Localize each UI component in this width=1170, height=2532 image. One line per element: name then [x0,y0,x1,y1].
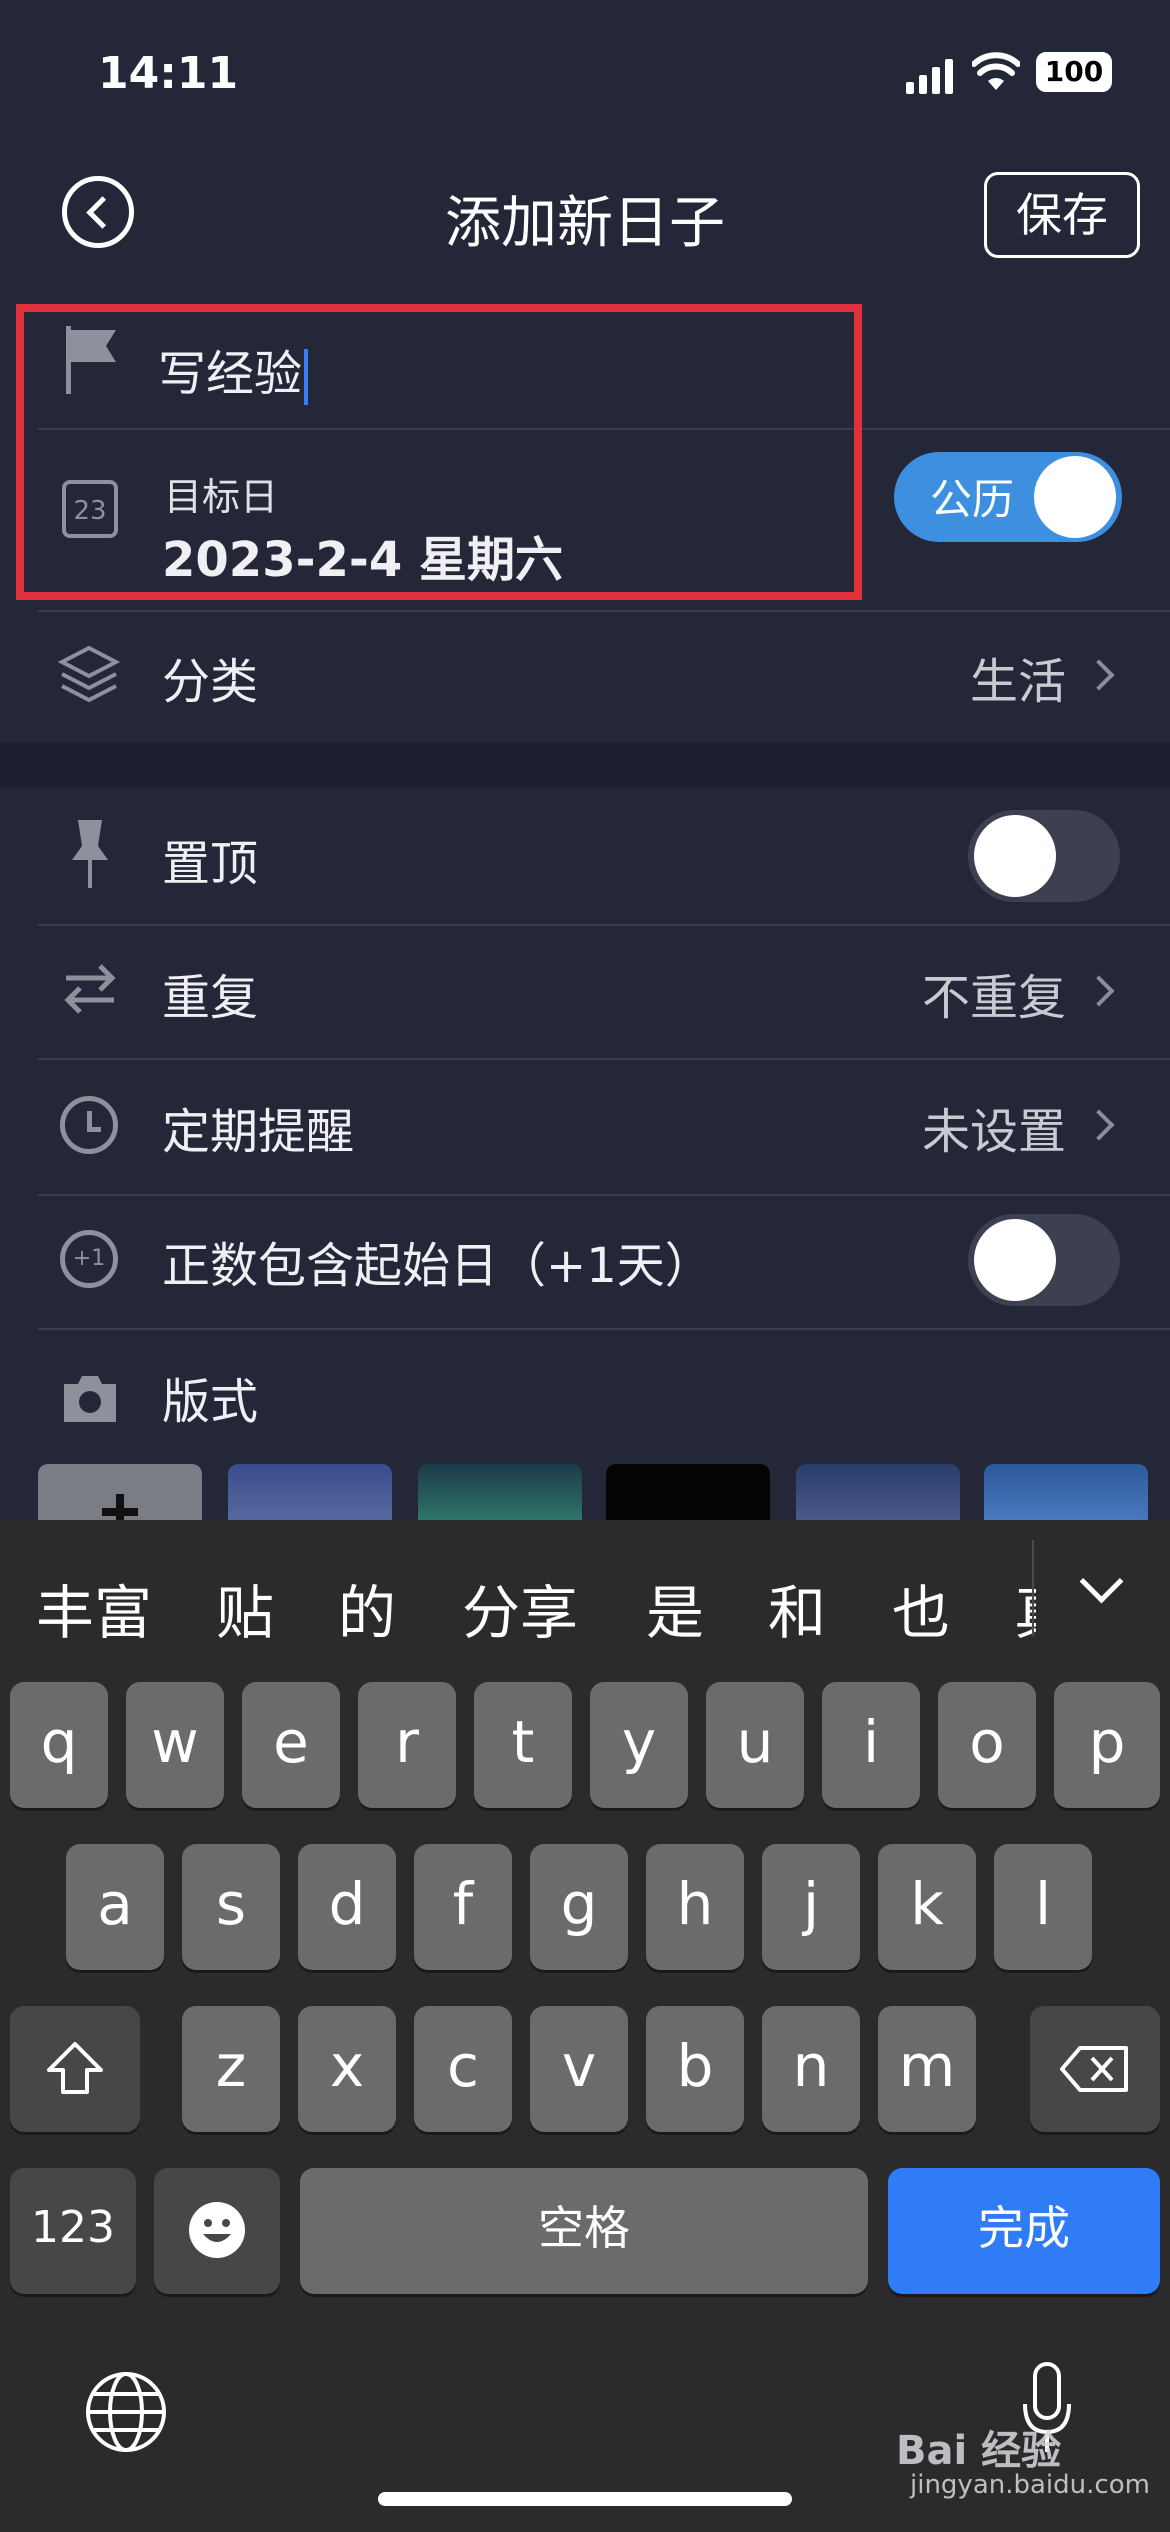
key-q[interactable]: q [10,1682,108,1808]
toggle-knob [1034,456,1116,538]
pin-icon [70,818,110,890]
space-key[interactable]: 空格 [300,2168,868,2294]
shift-key[interactable] [10,2006,140,2132]
reminder-value[interactable]: 未设置 [922,1092,1066,1162]
candidate-word[interactable]: 的 [338,1566,396,1650]
key-c[interactable]: c [414,2006,512,2132]
emoji-key[interactable] [154,2168,280,2294]
chevron-right-icon [1083,659,1115,691]
key-v[interactable]: v [530,2006,628,2132]
backspace-icon [1060,2046,1128,2092]
candidate-word[interactable]: 丰富 [36,1566,152,1650]
repeat-label: 重复 [162,970,259,1026]
toggle-knob [974,815,1056,897]
key-i[interactable]: i [822,1682,920,1808]
watermark-url: jingyan.baidu.com [910,2470,1150,2500]
repeat-icon [60,960,120,1016]
candidate-word[interactable]: 是 [646,1566,704,1650]
candidate-divider [1032,1540,1034,1636]
key-t[interactable]: t [474,1682,572,1808]
key-s[interactable]: s [182,1844,280,1970]
shift-icon [47,2042,103,2094]
key-k[interactable]: k [878,1844,976,1970]
key-u[interactable]: u [706,1682,804,1808]
battery-level: 100 [1044,55,1104,88]
calendar-type-toggle[interactable]: 公历 [894,452,1122,542]
style-thumbnail[interactable] [228,1464,392,1524]
plus-one-icon: +1 [60,1230,118,1288]
style-thumbnail[interactable] [606,1464,770,1524]
highlight-box [16,304,862,600]
divider [38,924,1170,926]
baidu-watermark: Bai 经验 [896,2428,1062,2474]
done-key[interactable]: 完成 [888,2168,1160,2294]
key-z[interactable]: z [182,2006,280,2132]
key-r[interactable]: r [358,1682,456,1808]
key-h[interactable]: h [646,1844,744,1970]
candidate-word[interactable]: 分享 [462,1566,578,1650]
include-start-toggle[interactable] [968,1214,1120,1306]
candidate-word[interactable]: 也 [892,1566,950,1650]
key-g[interactable]: g [530,1844,628,1970]
battery-icon: 100 [1036,52,1112,92]
key-d[interactable]: d [298,1844,396,1970]
signal-icon [906,58,956,94]
category-value[interactable]: 生活 [970,642,1066,712]
style-thumbnail[interactable] [418,1464,582,1524]
plus-one-text: +1 [72,1246,106,1271]
style-thumbnail[interactable] [984,1464,1148,1524]
emoji-icon [189,2202,245,2258]
key-a[interactable]: a [66,1844,164,1970]
section-gap [0,742,1170,788]
globe-icon[interactable] [84,2370,168,2454]
save-button[interactable]: 保存 [984,172,1140,258]
style-label: 版式 [162,1374,259,1430]
candidate-word[interactable]: 贴 [216,1566,274,1650]
key-w[interactable]: w [126,1682,224,1808]
backspace-key[interactable] [1030,2006,1160,2132]
divider [38,1058,1170,1060]
divider [38,610,1170,612]
calendar-type-label: 公历 [930,475,1015,524]
include-start-label: 正数包含起始日（+1天） [162,1238,713,1294]
key-p[interactable]: p [1054,1682,1160,1808]
key-m[interactable]: m [878,2006,976,2132]
divider [38,1328,1170,1330]
numbers-key[interactable]: 123 [10,2168,136,2294]
key-b[interactable]: b [646,2006,744,2132]
key-y[interactable]: y [590,1682,688,1808]
chevron-right-icon [1083,975,1115,1007]
key-e[interactable]: e [242,1682,340,1808]
style-thumbnail[interactable] [796,1464,960,1524]
chevron-right-icon [1083,1109,1115,1141]
key-x[interactable]: x [298,2006,396,2132]
key-o[interactable]: o [938,1682,1036,1808]
status-time: 14:11 [98,48,239,99]
home-indicator [378,2492,792,2506]
camera-icon [60,1372,120,1424]
candidate-word[interactable]: 和 [768,1566,826,1650]
key-j[interactable]: j [762,1844,860,1970]
key-n[interactable]: n [762,2006,860,2132]
category-label: 分类 [162,654,259,710]
repeat-value[interactable]: 不重复 [922,958,1066,1028]
toggle-knob [974,1219,1056,1301]
pin-label: 置顶 [162,836,259,892]
clock-icon [60,1096,118,1154]
key-f[interactable]: f [414,1844,512,1970]
layers-icon [57,644,121,704]
key-l[interactable]: l [994,1844,1092,1970]
pin-toggle[interactable] [968,810,1120,902]
add-style-thumbnail[interactable] [38,1464,202,1528]
divider [38,1194,1170,1196]
wifi-icon [971,52,1021,92]
reminder-label: 定期提醒 [162,1104,355,1160]
